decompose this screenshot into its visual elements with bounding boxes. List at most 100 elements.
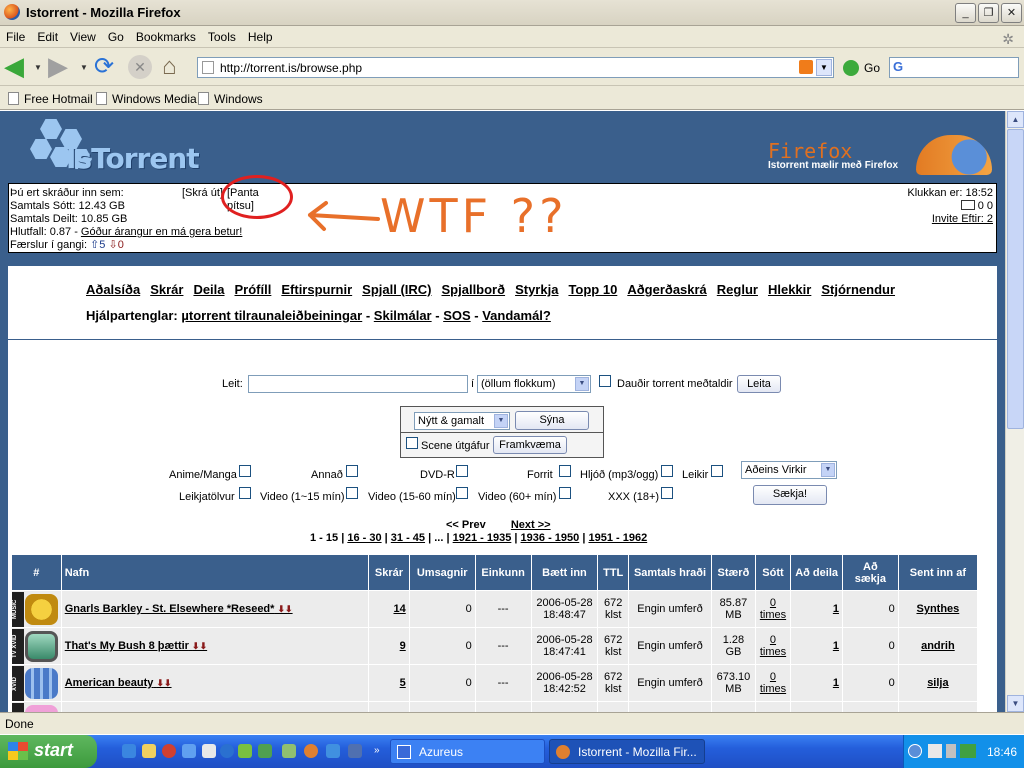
cat-xxx-checkbox[interactable] bbox=[661, 487, 673, 499]
nav-staff[interactable]: Stjórnendur bbox=[821, 282, 895, 297]
go-button[interactable]: Go bbox=[864, 61, 880, 75]
col-rating[interactable]: Einkunn bbox=[474, 554, 532, 591]
bookmark-windows-media[interactable]: Windows Media bbox=[96, 92, 197, 106]
menu-file[interactable]: File bbox=[0, 26, 31, 48]
page-link[interactable]: 1951 - 1962 bbox=[588, 532, 647, 544]
app-icon[interactable] bbox=[182, 744, 196, 758]
clock[interactable]: 18:46 bbox=[987, 745, 1017, 759]
app-icon[interactable] bbox=[238, 744, 252, 758]
reload-icon[interactable]: ⟳ bbox=[94, 55, 120, 81]
firefox-quicklaunch-icon[interactable] bbox=[304, 744, 318, 758]
col-uploader[interactable]: Sent inn af bbox=[897, 554, 979, 591]
snatched-link[interactable]: 0 times bbox=[754, 664, 792, 702]
quicklaunch-more-icon[interactable]: » bbox=[374, 745, 380, 756]
page-link[interactable]: 1921 - 1935 bbox=[453, 532, 512, 544]
bookmark-free-hotmail[interactable]: Free Hotmail bbox=[8, 92, 93, 106]
seeders-link[interactable]: 1 bbox=[790, 664, 843, 702]
category-cell[interactable]: XVID bbox=[11, 664, 62, 702]
cat-games-checkbox[interactable] bbox=[711, 465, 723, 477]
url-dropdown-icon[interactable]: ▼ bbox=[816, 59, 832, 76]
menu-bookmarks[interactable]: Bookmarks bbox=[130, 26, 202, 48]
search-button[interactable]: Leita bbox=[737, 375, 781, 393]
scroll-up-icon[interactable]: ▲ bbox=[1007, 111, 1024, 128]
inbox-icon[interactable] bbox=[960, 200, 975, 210]
folder-icon[interactable] bbox=[142, 744, 156, 758]
start-button[interactable]: start bbox=[0, 735, 97, 768]
category-select[interactable]: (öllum flokkum) ▼ bbox=[477, 375, 591, 393]
col-ttl[interactable]: TTL bbox=[597, 554, 629, 591]
show-button[interactable]: Sýna bbox=[515, 411, 589, 430]
category-cell[interactable] bbox=[11, 701, 62, 712]
next-link[interactable]: Next >> bbox=[511, 519, 551, 531]
back-dropdown-icon[interactable]: ▼ bbox=[34, 55, 44, 81]
torrent-name-link[interactable]: Gnarls Barkley - St. Elsewhere *Reseed* … bbox=[60, 590, 370, 628]
volume-icon[interactable] bbox=[946, 744, 956, 758]
nav-share[interactable]: Deila bbox=[193, 282, 224, 297]
maximize-button[interactable]: ❐ bbox=[978, 3, 999, 23]
scene-checkbox[interactable] bbox=[406, 437, 418, 449]
menu-view[interactable]: View bbox=[64, 26, 102, 48]
snatched-link[interactable]: 0 times bbox=[754, 627, 792, 665]
uploader-link[interactable]: andrih bbox=[897, 627, 979, 665]
page-link[interactable]: 1936 - 1950 bbox=[521, 532, 580, 544]
help-terms-link[interactable]: Skilmálar bbox=[374, 308, 432, 323]
cat-apps-checkbox[interactable] bbox=[559, 465, 571, 477]
download-icon[interactable]: ⬇⬇ bbox=[192, 641, 207, 651]
nav-log[interactable]: Aðgerðaskrá bbox=[627, 282, 706, 297]
cat-dvdr-checkbox[interactable] bbox=[456, 465, 468, 477]
app-icon[interactable] bbox=[326, 744, 340, 758]
ratio-message-link[interactable]: Góður árangur en má gera betur! bbox=[81, 226, 242, 238]
back-icon[interactable]: ◀ bbox=[4, 53, 30, 81]
files-link[interactable]: 14 bbox=[368, 590, 410, 628]
invites-link[interactable]: Invite Eftir: 2 bbox=[932, 213, 993, 225]
scroll-thumb[interactable] bbox=[1007, 129, 1024, 429]
tray-expand-icon[interactable] bbox=[908, 744, 922, 758]
seeders-link[interactable]: 1 bbox=[790, 590, 843, 628]
download-icon[interactable]: ⬇⬇ bbox=[278, 604, 293, 614]
col-speed[interactable]: Samtals hraði bbox=[627, 554, 713, 591]
cat-video-short-checkbox[interactable] bbox=[346, 487, 358, 499]
col-comments[interactable]: Umsagnir bbox=[408, 554, 476, 591]
col-added[interactable]: Bætt inn bbox=[530, 554, 599, 591]
cat-anime-checkbox[interactable] bbox=[239, 465, 251, 477]
help-utorrent-link[interactable]: µtorrent tilraunaleiðbeiningar bbox=[181, 308, 362, 323]
nav-home[interactable]: Aðalsíða bbox=[86, 282, 140, 297]
vertical-scrollbar[interactable]: ▲ ▼ bbox=[1005, 111, 1024, 712]
help-problems-link[interactable]: Vandamál? bbox=[482, 308, 551, 323]
menu-go[interactable]: Go bbox=[102, 26, 130, 48]
col-snatched[interactable]: Sótt bbox=[754, 554, 792, 591]
menu-tools[interactable]: Tools bbox=[202, 26, 242, 48]
player-icon[interactable] bbox=[220, 744, 234, 758]
execute-button[interactable]: Framkvæma bbox=[493, 436, 567, 454]
col-files[interactable]: Skrár bbox=[368, 554, 410, 591]
firefox-banner[interactable]: Firefox Istorrent mælir með Firefox bbox=[766, 135, 994, 175]
scroll-down-icon[interactable]: ▼ bbox=[1007, 695, 1024, 712]
close-button[interactable]: ✕ bbox=[1001, 3, 1022, 23]
nav-requests[interactable]: Eftirspurnir bbox=[281, 282, 352, 297]
ie-icon[interactable] bbox=[122, 744, 136, 758]
network-icon[interactable] bbox=[928, 744, 942, 758]
stop-icon[interactable]: ✕ bbox=[128, 55, 152, 79]
uploader-link[interactable]: silja bbox=[897, 664, 979, 702]
menu-help[interactable]: Help bbox=[242, 26, 279, 48]
task-azureus[interactable]: Azureus bbox=[390, 739, 545, 764]
tray-app-icon[interactable] bbox=[960, 744, 976, 758]
dead-torrents-checkbox[interactable] bbox=[599, 375, 611, 387]
task-firefox[interactable]: Istorrent - Mozilla Fir... bbox=[549, 739, 705, 764]
snatched-link[interactable]: 0 times bbox=[754, 590, 792, 628]
cat-video-medium-checkbox[interactable] bbox=[456, 487, 468, 499]
category-cell[interactable]: MUSIC bbox=[11, 590, 62, 628]
bookmark-windows[interactable]: Windows bbox=[198, 92, 263, 106]
music-player-icon[interactable] bbox=[282, 744, 296, 758]
app-icon[interactable] bbox=[202, 744, 216, 758]
download-icon[interactable]: ⬇⬇ bbox=[156, 678, 171, 688]
prev-link[interactable]: << Prev bbox=[446, 519, 486, 531]
rss-icon[interactable] bbox=[799, 60, 813, 74]
help-sos-link[interactable]: SOS bbox=[443, 308, 470, 323]
forward-icon[interactable]: ▶ bbox=[48, 53, 74, 81]
torrent-name-link[interactable]: That's My Bush 8 þættir ⬇⬇ bbox=[60, 627, 370, 665]
fetch-button[interactable]: Sækja! bbox=[753, 485, 827, 505]
address-bar[interactable]: http://torrent.is/browse.php ▼ bbox=[197, 57, 834, 78]
search-box[interactable]: G bbox=[889, 57, 1019, 78]
col-number[interactable]: # bbox=[11, 554, 62, 591]
